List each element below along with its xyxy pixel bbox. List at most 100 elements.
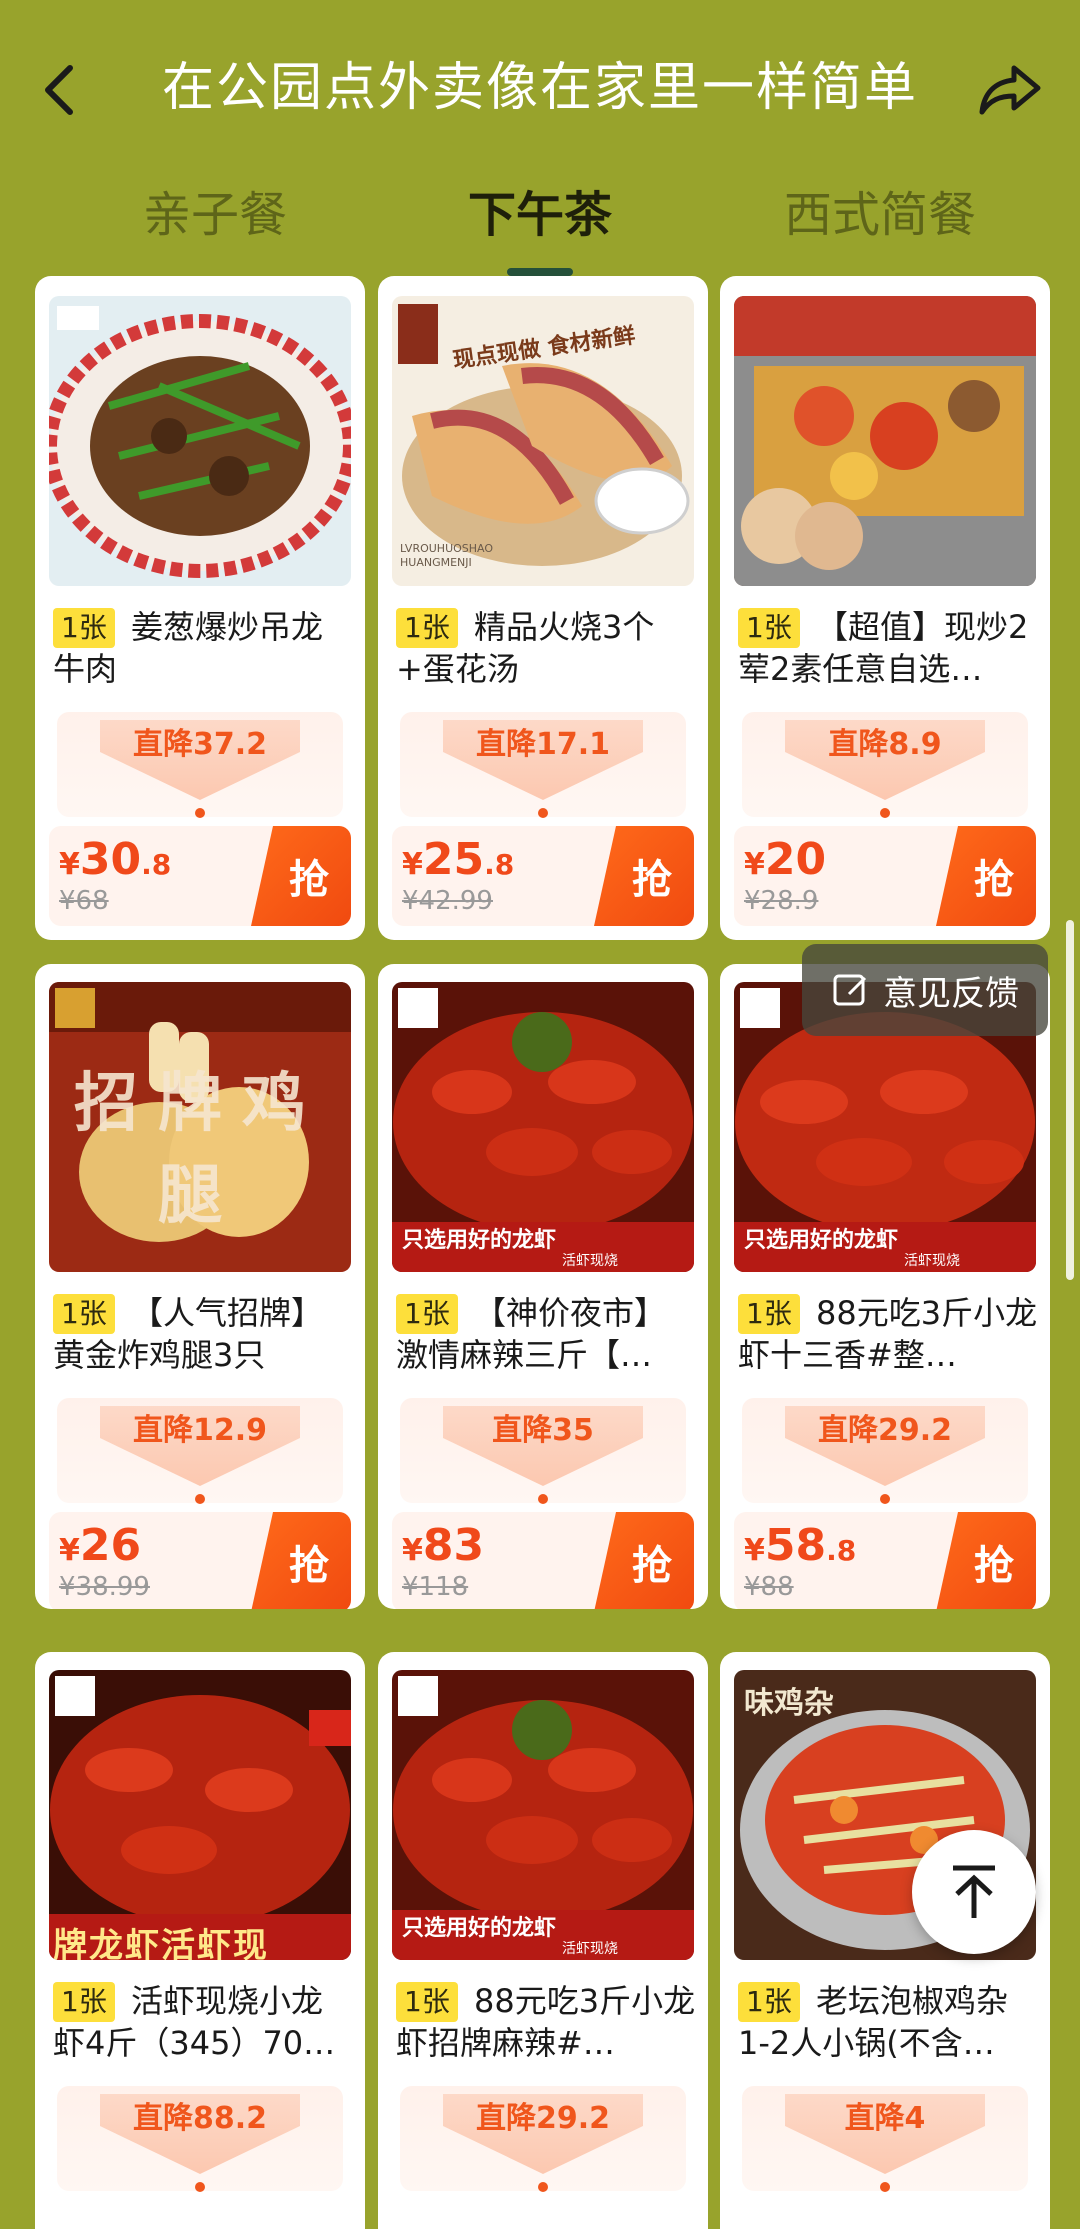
product-grid: 1张 姜葱爆炒吊龙牛肉 直降37.2 ¥30.8 ¥68 抢 现点现做 食材新鲜… [0, 276, 1080, 2229]
crayfish-mala-image: 只选用好的龙虾 活虾现烧 [392, 1670, 694, 1960]
beef-stirfry-image [49, 296, 351, 586]
discount-text: 直降12.9 [132, 1413, 268, 1448]
back-arrow-icon [45, 65, 73, 115]
stirfry-box-image [734, 296, 1036, 586]
grab-button[interactable]: 抢 [594, 826, 694, 926]
original-price: ¥42.99 [402, 886, 493, 916]
image-banner-text: 只选用好的龙虾 [402, 1228, 557, 1253]
product-card[interactable]: 1张 【超值】现炒2荤2素任意自选… 直降8.9 ¥20 ¥28.9 抢 [720, 276, 1050, 940]
product-card[interactable]: 只选用好的龙虾 活虾现烧 1张 【神价夜市】激情麻辣三斤【… 直降35 ¥83 … [378, 964, 708, 1609]
share-button[interactable] [970, 55, 1050, 125]
feedback-button[interactable]: 意见反馈 [802, 944, 1048, 1036]
product-title: 姜葱爆炒吊龙牛肉 [53, 608, 324, 688]
arrow-up-icon [953, 1865, 995, 1918]
image-banner-text: 只选用好的龙虾 [744, 1228, 899, 1253]
original-price: ¥118 [402, 1572, 469, 1602]
current-price: ¥83 [402, 1520, 485, 1571]
feedback-label: 意见反馈 [883, 973, 1019, 1014]
discount-badge: 直降8.9 [742, 712, 1028, 818]
product-card[interactable]: 牌龙虾活虾现 1张 活虾现烧小龙虾4斤（345）70… 直降88.2 [35, 1652, 365, 2229]
discount-dot [538, 2182, 548, 2192]
original-price: ¥38.99 [59, 1572, 150, 1602]
grab-button[interactable]: 抢 [936, 826, 1036, 926]
discount-dot [195, 808, 205, 818]
image-banner-text: 牌龙虾活虾现 [53, 1926, 269, 1960]
product-title: 88元吃3斤小龙虾招牌麻辣#… [396, 1982, 696, 2062]
grab-button[interactable]: 抢 [936, 1512, 1036, 1609]
grab-button[interactable]: 抢 [594, 1512, 694, 1609]
discount-dot [880, 808, 890, 818]
discount-badge: 直降88.2 [57, 2086, 343, 2192]
product-card[interactable]: 只选用好的龙虾 活虾现烧 1张 88元吃3斤小龙虾十三香#整… 直降29.2 ¥… [720, 964, 1050, 1609]
discount-badge: 直降29.2 [742, 1398, 1028, 1504]
image-sign-text: 味鸡杂 [744, 1686, 834, 1721]
tab-qinzican[interactable]: 亲子餐 [130, 180, 300, 250]
tab-bar: 亲子餐 下午茶 西式简餐 [0, 170, 1080, 280]
image-sub-text: 活虾现烧 [562, 1253, 618, 1269]
discount-badge: 直降37.2 [57, 712, 343, 818]
product-card[interactable]: 招牌鸡腿 1张 【人气招牌】黄金炸鸡腿3只 直降12.9 ¥26 ¥38.99 … [35, 964, 365, 1609]
product-title: 活虾现烧小龙虾4斤（345）70… [53, 1982, 336, 2062]
discount-text: 直降29.2 [817, 1413, 953, 1448]
price-box: ¥26 ¥38.99 抢 [49, 1512, 351, 1609]
current-price: ¥25.8 [402, 834, 515, 885]
product-card[interactable]: 现点现做 食材新鲜 LVROUHUOSHAO HUANGMENJI 1张 精品火… [378, 276, 708, 940]
price-box: ¥25.8 ¥42.99 抢 [392, 826, 694, 926]
image-brand-text: LVROUHUOSHAO HUANGMENJI [400, 542, 494, 569]
grab-button[interactable]: 抢 [251, 826, 351, 926]
discount-text: 直降88.2 [132, 2101, 268, 2136]
product-card[interactable]: 只选用好的龙虾 活虾现烧 1张 88元吃3斤小龙虾招牌麻辣#… 直降29.2 [378, 1652, 708, 2229]
page-title: 在公园点外卖像在家里一样简单 [161, 58, 918, 118]
price-box: ¥58.8 ¥88 抢 [734, 1512, 1036, 1609]
discount-dot [880, 1494, 890, 1504]
current-price: ¥58.8 [744, 1520, 857, 1571]
discount-badge: 直降17.1 [400, 712, 686, 818]
price-box: ¥30.8 ¥68 抢 [49, 826, 351, 926]
fried-chicken-leg-image: 招牌鸡腿 [49, 982, 351, 1272]
product-title: 老坛泡椒鸡杂1-2人小锅(不含… [738, 1982, 1009, 2062]
grab-button[interactable]: 抢 [251, 1512, 351, 1609]
current-price: ¥26 [59, 1520, 142, 1571]
share-icon [979, 65, 1041, 115]
header: 在公园点外卖像在家里一样简单 亲子餐 下午茶 西式简餐 [0, 0, 1080, 290]
discount-dot [195, 1494, 205, 1504]
original-price: ¥68 [59, 886, 109, 916]
image-sign-text: 招牌鸡腿 [74, 1067, 326, 1233]
current-price: ¥20 [744, 834, 827, 885]
discount-dot [880, 2182, 890, 2192]
discount-text: 直降35 [492, 1413, 594, 1448]
active-tab-indicator [507, 268, 573, 276]
discount-badge: 直降35 [400, 1398, 686, 1504]
product-card[interactable]: 1张 姜葱爆炒吊龙牛肉 直降37.2 ¥30.8 ¥68 抢 [35, 276, 365, 940]
discount-text: 直降29.2 [475, 2101, 611, 2136]
discount-text: 直降4 [844, 2101, 926, 2136]
discount-text: 直降8.9 [828, 727, 942, 762]
image-sub-text: 活虾现烧 [562, 1941, 618, 1957]
discount-text: 直降17.1 [475, 727, 611, 762]
scrollbar[interactable] [1066, 920, 1074, 1280]
discount-dot [195, 2182, 205, 2192]
feedback-edit-icon [833, 974, 867, 1006]
original-price: ¥88 [744, 1572, 794, 1602]
crayfish-spicy-image: 只选用好的龙虾 活虾现烧 [392, 982, 694, 1272]
product-title: 【人气招牌】黄金炸鸡腿3只 [53, 1294, 324, 1374]
tab-xishijiancan[interactable]: 西式简餐 [770, 180, 990, 250]
product-title: 88元吃3斤小龙虾十三香#整… [738, 1294, 1038, 1374]
back-button[interactable] [30, 55, 90, 125]
discount-badge: 直降4 [742, 2086, 1028, 2192]
image-banner-text: 只选用好的龙虾 [402, 1916, 557, 1941]
discount-dot [538, 1494, 548, 1504]
discount-badge: 直降29.2 [400, 2086, 686, 2192]
back-to-top-button[interactable] [912, 1830, 1036, 1954]
discount-dot [538, 808, 548, 818]
image-sub-text: 活虾现烧 [904, 1253, 960, 1269]
product-title: 【超值】现炒2荤2素任意自选… [738, 608, 1029, 688]
tab-xiawucha[interactable]: 下午茶 [455, 180, 625, 250]
price-box: ¥20 ¥28.9 抢 [734, 826, 1036, 926]
discount-text: 直降37.2 [132, 727, 268, 762]
price-box: ¥83 ¥118 抢 [392, 1512, 694, 1609]
original-price: ¥28.9 [744, 886, 819, 916]
current-price: ¥30.8 [59, 834, 172, 885]
product-title: 精品火烧3个+蛋花汤 [396, 608, 655, 688]
discount-badge: 直降12.9 [57, 1398, 343, 1504]
